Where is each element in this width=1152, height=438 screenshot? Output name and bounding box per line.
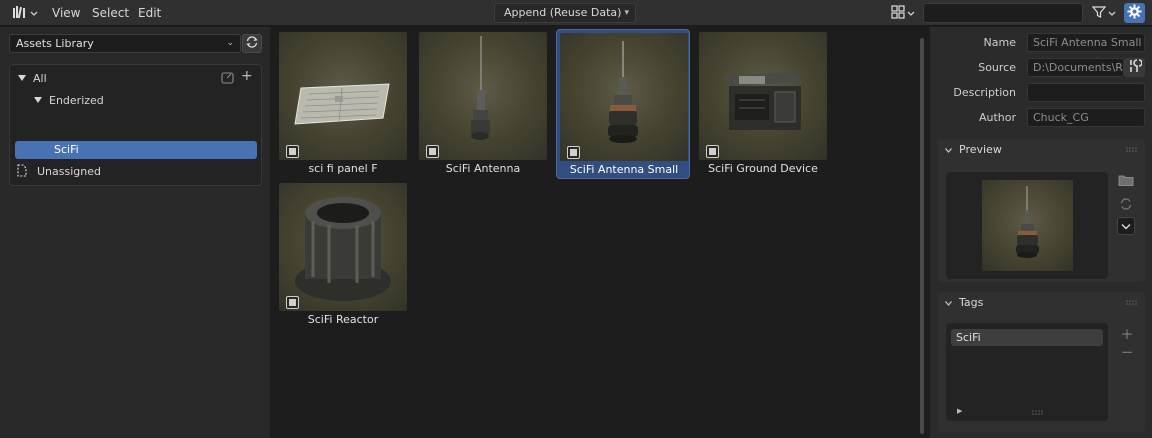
author-field[interactable]: Chuck_CG [1027,108,1145,127]
editor-type-button[interactable] [9,3,41,23]
catalog-item-scifi[interactable]: SciFi [15,141,257,159]
asset-card[interactable]: SciFi Antenna [416,29,550,179]
filter-button[interactable] [1089,3,1119,23]
preview-panel-header[interactable]: Preview [938,139,1145,161]
expand-triangle-icon [34,97,42,103]
asset-browser-icon [12,5,28,22]
catalog-item-enderized[interactable]: Enderized [34,91,104,110]
tags-panel: Tags SciFi ▶ + − [938,292,1145,432]
catalog-item-unassigned[interactable]: Unassigned [16,162,101,181]
catalog-tree: All + Enderized SciFi Unassigned [9,64,262,186]
preview-panel: Preview [938,139,1145,282]
load-preview-button[interactable] [1117,172,1135,190]
asset-card[interactable]: SciFi Ground Device [696,29,830,179]
menu-select[interactable]: Select [92,0,129,26]
name-field[interactable]: SciFi Antenna Small [1027,33,1145,52]
wrench-icon [1128,59,1143,76]
antenna-small-thumbnail [560,33,688,161]
remove-tag-icon[interactable]: − [1118,343,1136,361]
description-label: Description [953,86,1016,99]
menu-edit[interactable]: Edit [138,0,161,26]
expand-triangle-icon[interactable]: ▶ [957,407,962,415]
chevron-down-icon: ⌄ [226,38,234,48]
catalog-unassigned-label: Unassigned [37,165,101,178]
author-label: Author [978,111,1016,124]
asset-card[interactable]: SciFi Reactor [276,180,410,330]
asset-card[interactable]: sci fi panel F [276,29,410,179]
tags-panel-header[interactable]: Tags [938,292,1145,314]
asset-name: SciFi Reactor [307,313,379,326]
tags-list: SciFi ▶ [946,323,1108,421]
ground-device-thumbnail [699,32,827,160]
asset-type-icon [426,145,439,158]
asset-name: sci fi panel F [308,162,378,175]
search-input[interactable] [923,3,1083,23]
reactor-thumbnail [279,183,407,311]
unassigned-icon [16,164,28,183]
asset-name: SciFi Antenna [445,162,521,175]
asset-name: SciFi Antenna Small [569,163,679,176]
expand-triangle-icon [18,75,26,81]
drag-grip-icon[interactable] [1126,147,1137,153]
chevron-down-icon [30,7,38,20]
asset-grid: sci fi panel F SciFi Antenna SciFi Anten… [272,27,928,438]
generate-preview-button[interactable] [1117,196,1135,214]
tag-item[interactable]: SciFi [951,329,1103,346]
refresh-icon [245,35,259,52]
asset-type-icon [567,146,580,159]
resize-grip-icon[interactable] [1032,410,1044,415]
catalog-scifi-label: SciFi [54,143,79,156]
folder-icon [1118,173,1134,190]
asset-type-icon [286,296,299,309]
asset-library-label: Assets Library [16,37,94,50]
open-blend-file-button[interactable] [1124,58,1145,77]
preview-title: Preview [959,143,1002,156]
sidebar-toggle-button[interactable] [1124,3,1145,23]
menu-view[interactable]: View [52,0,80,26]
catalog-all-label: All [33,72,47,85]
description-field[interactable] [1027,83,1145,102]
asset-library-dropdown[interactable]: Assets Library ⌄ [9,34,241,53]
import-method-dropdown[interactable]: Append (Reuse Data) ▾ [494,3,636,23]
preview-image-frame [946,172,1108,279]
source-label: Source [978,61,1016,74]
preview-image [982,180,1073,271]
chevron-down-icon [945,148,952,153]
asset-name: SciFi Ground Device [708,162,818,175]
gear-icon [1127,4,1142,22]
catalog-enderized-label: Enderized [49,94,104,107]
chevron-down-icon [907,7,915,20]
source-field[interactable]: D:\Documents\R... [1027,58,1124,77]
drag-grip-icon[interactable] [1126,300,1137,306]
asset-card-selected[interactable]: SciFi Antenna Small [556,29,690,179]
asset-type-icon [706,145,719,158]
add-tag-icon[interactable]: + [1118,325,1136,343]
chevron-down-icon [945,301,952,306]
antenna-thumbnail [419,32,547,160]
catalog-panel: Assets Library ⌄ All + Enderized SciFi U… [0,27,270,438]
grid-scrollbar[interactable] [920,38,924,434]
filter-icon [1091,5,1107,22]
header-bar: View Select Edit Append (Reuse Data) ▾ [0,0,1152,26]
add-catalog-icon[interactable]: + [241,69,253,83]
refresh-library-button[interactable] [242,34,262,53]
import-method-label: Append (Reuse Data) [504,6,622,19]
preview-options-button[interactable] [1117,217,1135,235]
new-catalog-icon[interactable] [221,71,237,88]
chevron-down-icon [1121,220,1131,233]
chevron-down-icon: ▾ [624,8,629,18]
name-label: Name [983,36,1016,49]
catalog-item-all[interactable]: All [18,69,47,88]
tags-title: Tags [959,296,984,309]
panel-thumbnail [279,32,407,160]
refresh-icon [1119,197,1133,214]
asset-type-icon [286,145,299,158]
asset-metadata-sidebar: Name SciFi Antenna Small Source D:\Docum… [930,27,1152,438]
display-mode-button[interactable] [888,3,918,23]
chevron-down-icon [1108,7,1116,20]
grid-view-icon [891,4,905,22]
